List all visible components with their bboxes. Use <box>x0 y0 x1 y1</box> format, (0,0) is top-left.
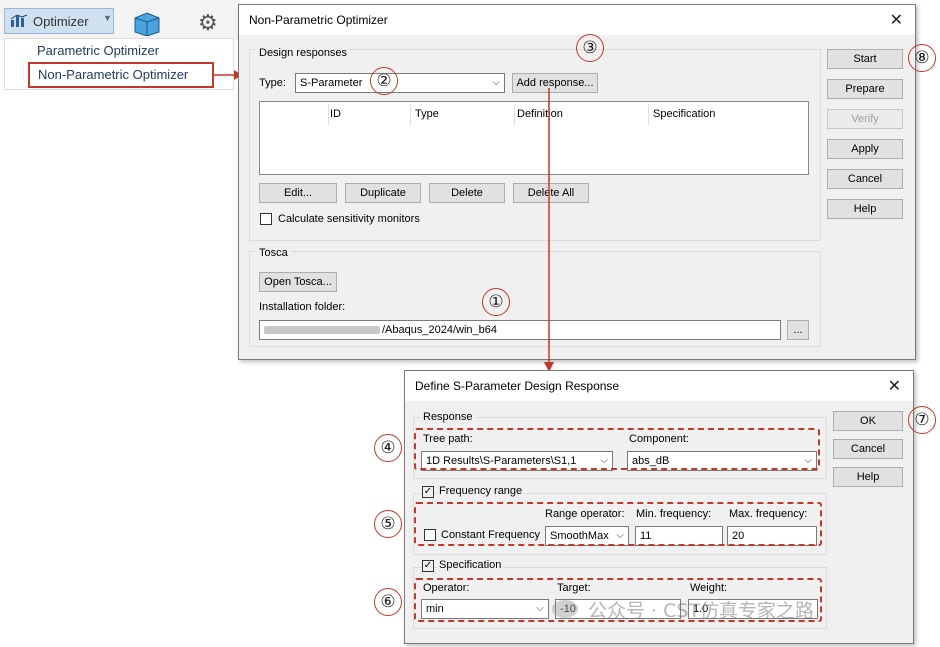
verify-button[interactable]: Verify <box>827 109 903 129</box>
annotation-arrow-down <box>544 88 554 372</box>
dialog-title: Define S-Parameter Design Response <box>415 379 620 393</box>
callout-4: ④ <box>374 434 402 462</box>
installation-folder-value: /Abaqus_2024/win_b64 <box>382 324 497 336</box>
sensitivity-label: Calculate sensitivity monitors <box>278 213 420 225</box>
chevron-down-icon[interactable]: ▼ <box>103 13 112 23</box>
watermark-text: 公众号 · CST仿真专家之路 <box>588 600 815 622</box>
blurred-path-prefix <box>264 326 380 334</box>
callout-5: ⑤ <box>374 510 402 538</box>
cancel-button[interactable]: Cancel <box>833 439 903 459</box>
non-parametric-optimizer-dialog: Non-Parametric Optimizer ✕ Design respon… <box>238 4 916 360</box>
design-responses-label: Design responses <box>257 47 350 59</box>
menu-item-label: Non-Parametric Optimizer <box>38 67 189 82</box>
optimizer-button[interactable]: Optimizer ▼ <box>4 8 114 34</box>
callout-3: ③ <box>576 34 604 62</box>
optimizer-icon <box>10 14 28 27</box>
installation-folder-label: Installation folder: <box>259 301 346 313</box>
callout-7: ⑦ <box>908 406 936 434</box>
optimizer-label: Optimizer <box>33 14 89 29</box>
prepare-button[interactable]: Prepare <box>827 79 903 99</box>
cancel-button[interactable]: Cancel <box>827 169 903 189</box>
duplicate-button[interactable]: Duplicate <box>345 183 421 203</box>
close-icon[interactable]: ✕ <box>890 10 903 30</box>
chevron-down-icon: ⌵ <box>492 77 500 88</box>
column-specification[interactable]: Specification <box>653 108 715 120</box>
type-label: Type: <box>259 77 286 89</box>
toolbar: Optimizer ▼ ⚙ <box>0 0 240 40</box>
dialog-title: Non-Parametric Optimizer <box>249 13 388 27</box>
help-button[interactable]: Help <box>833 467 903 487</box>
callout-2: ② <box>370 67 398 95</box>
edit-button[interactable]: Edit... <box>259 183 337 203</box>
tosca-label: Tosca <box>257 247 290 259</box>
type-select-value: S-Parameter <box>300 77 363 89</box>
menu-item-non-parametric-optimizer[interactable]: Non-Parametric Optimizer <box>28 62 214 88</box>
response-label: Response <box>421 411 475 423</box>
wechat-icon <box>552 600 578 618</box>
callout-1: ① <box>482 288 510 316</box>
annotation-box-frequency <box>414 502 822 546</box>
delete-button[interactable]: Delete <box>429 183 505 203</box>
browse-button[interactable]: ... <box>787 320 809 340</box>
start-button[interactable]: Start <box>827 49 903 69</box>
installation-folder-input[interactable]: /Abaqus_2024/win_b64 <box>259 320 781 340</box>
callout-6: ⑥ <box>374 588 402 616</box>
specification-label: Specification <box>437 559 504 571</box>
apply-button[interactable]: Apply <box>827 139 903 159</box>
responses-table[interactable]: ID Type Definition Specification <box>259 101 809 175</box>
type-select[interactable]: S-Parameter ⌵ <box>295 73 505 93</box>
ok-button[interactable]: OK <box>833 411 903 431</box>
cube-icon[interactable] <box>132 10 162 36</box>
help-button[interactable]: Help <box>827 199 903 219</box>
sensitivity-checkbox[interactable] <box>260 213 272 225</box>
close-icon[interactable]: ✕ <box>888 376 901 396</box>
table-header: ID Type Definition Specification <box>260 102 808 128</box>
open-tosca-button[interactable]: Open Tosca... <box>259 272 337 292</box>
watermark: 公众号 · CST仿真专家之路 <box>548 596 908 622</box>
menu-item-parametric-optimizer[interactable]: Parametric Optimizer <box>37 43 159 58</box>
column-type[interactable]: Type <box>415 108 439 120</box>
specification-checkbox[interactable]: ✓ <box>422 560 434 572</box>
frequency-range-checkbox[interactable]: ✓ <box>422 486 434 498</box>
frequency-range-label: Frequency range <box>437 485 525 497</box>
annotation-box-response <box>414 428 820 470</box>
column-id[interactable]: ID <box>330 108 341 120</box>
callout-8: ⑧ <box>908 44 936 72</box>
gear-icon[interactable]: ⚙ <box>198 10 218 36</box>
